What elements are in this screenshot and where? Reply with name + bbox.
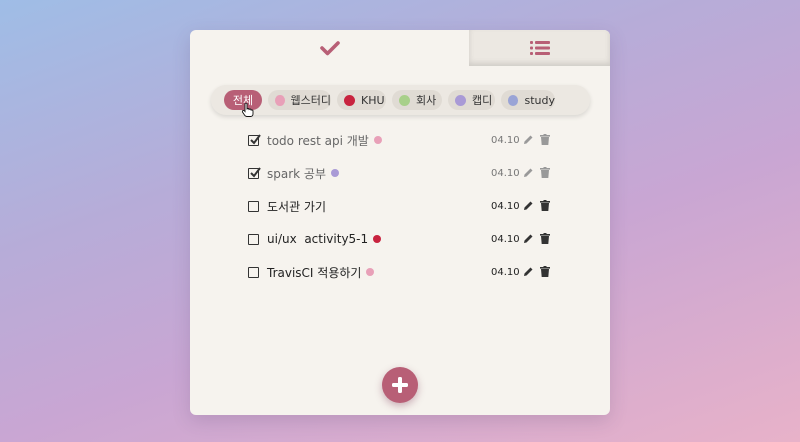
tab-todos[interactable] bbox=[190, 30, 469, 66]
category-dot bbox=[373, 136, 382, 144]
add-todo-button[interactable] bbox=[382, 367, 418, 403]
todo-date: 04.10 bbox=[491, 134, 520, 146]
trash-icon[interactable] bbox=[540, 134, 550, 145]
plus-icon bbox=[392, 377, 408, 393]
pencil-icon[interactable] bbox=[523, 134, 534, 145]
category-dot bbox=[399, 94, 410, 106]
trash-icon[interactable] bbox=[540, 266, 550, 277]
trash-icon[interactable] bbox=[540, 233, 550, 244]
todo-date: 04.10 bbox=[491, 233, 520, 245]
todo-item: spark 공부 04.10 bbox=[248, 163, 553, 183]
pencil-icon[interactable] bbox=[523, 200, 534, 211]
todo-checkbox[interactable] bbox=[248, 266, 259, 278]
todo-title: ui/ux activity5-1 bbox=[267, 232, 369, 246]
category-dot bbox=[366, 268, 375, 276]
todo-date: 04.10 bbox=[491, 200, 520, 212]
category-dot bbox=[455, 94, 466, 106]
trash-icon[interactable] bbox=[540, 200, 550, 211]
tab-categories[interactable] bbox=[469, 30, 610, 66]
todo-item: 도서관 가기 04.10 bbox=[248, 196, 553, 216]
category-dot bbox=[508, 94, 519, 106]
todo-item: todo rest api 개발 04.10 bbox=[248, 130, 553, 150]
hand-cursor-icon bbox=[242, 103, 254, 117]
filter-chip-khu[interactable]: KHU bbox=[337, 90, 386, 110]
todo-item: TravisCI 적용하기 04.10 bbox=[248, 262, 553, 282]
filter-chip-webstudy[interactable]: 웹스터디 bbox=[268, 90, 331, 110]
category-dot bbox=[344, 94, 355, 106]
filter-chip-company[interactable]: 회사 bbox=[392, 90, 442, 110]
todo-card: 전체 웹스터디 KHU 회사 캡디 study todo rest api 개발… bbox=[190, 30, 610, 415]
category-dot bbox=[331, 169, 340, 177]
trash-icon[interactable] bbox=[540, 167, 550, 178]
todo-date: 04.10 bbox=[491, 266, 520, 278]
check-icon bbox=[319, 41, 340, 56]
todo-checkbox[interactable] bbox=[248, 200, 259, 212]
todo-title: 도서관 가기 bbox=[267, 199, 327, 214]
category-dot bbox=[373, 235, 382, 243]
filter-chip-study[interactable]: study bbox=[501, 90, 555, 110]
category-filter-bar: 전체 웹스터디 KHU 회사 캡디 study bbox=[211, 85, 590, 117]
todo-checkbox[interactable] bbox=[248, 233, 259, 245]
pencil-icon[interactable] bbox=[523, 266, 534, 277]
filter-chip-label: 캡디 bbox=[472, 94, 493, 107]
todo-title: spark 공부 bbox=[267, 166, 327, 181]
pencil-icon[interactable] bbox=[523, 233, 534, 244]
todo-checkbox[interactable] bbox=[248, 166, 261, 179]
category-dot bbox=[275, 94, 285, 106]
pencil-icon[interactable] bbox=[523, 167, 534, 178]
filter-chip-label: study bbox=[524, 93, 555, 107]
todo-date: 04.10 bbox=[491, 167, 520, 179]
todo-item: ui/ux activity5-1 04.10 bbox=[248, 229, 553, 249]
todo-checkbox[interactable] bbox=[248, 133, 261, 146]
filter-chip-capstone[interactable]: 캡디 bbox=[448, 90, 495, 110]
todo-title: TravisCI 적용하기 bbox=[267, 265, 362, 280]
filter-chip-label: 웹스터디 bbox=[290, 94, 331, 107]
list-icon bbox=[529, 41, 550, 55]
filter-chip-label: 회사 bbox=[416, 94, 437, 107]
tab-bar bbox=[190, 30, 610, 66]
todo-title: todo rest api 개발 bbox=[267, 133, 369, 148]
filter-chip-label: KHU bbox=[361, 93, 385, 107]
filter-chip-all[interactable]: 전체 bbox=[224, 90, 262, 117]
